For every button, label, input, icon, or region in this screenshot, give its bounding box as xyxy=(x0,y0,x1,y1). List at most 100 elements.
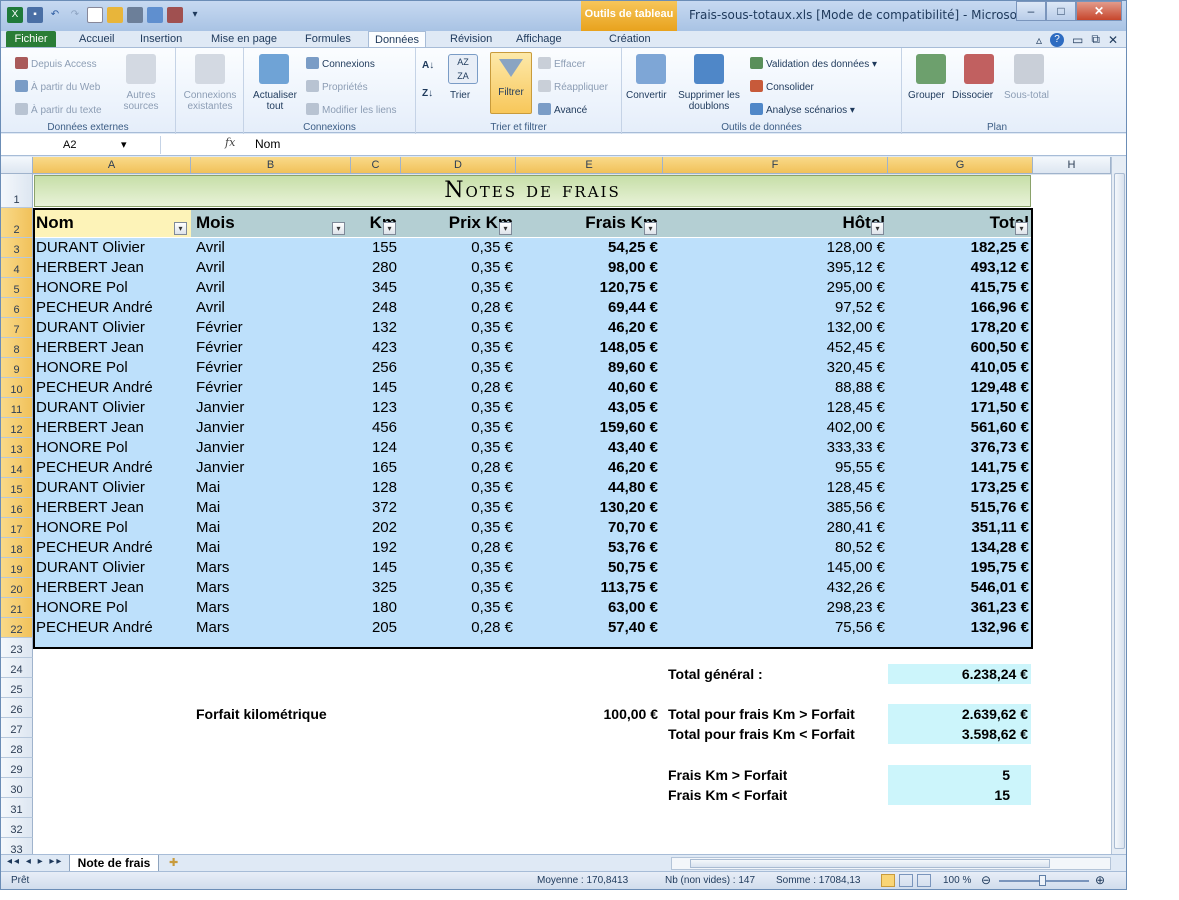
table-cell[interactable]: 256 xyxy=(353,358,397,378)
table-cell[interactable]: 0,28 € xyxy=(403,458,513,478)
excel-logo-icon[interactable]: X xyxy=(7,7,23,23)
row-header[interactable]: 1 xyxy=(1,174,33,208)
table-header-cell[interactable]: Hôtel xyxy=(665,209,886,237)
row-header[interactable]: 28 xyxy=(1,738,33,758)
row-header[interactable]: 24 xyxy=(1,658,33,678)
table-cell[interactable]: 248 xyxy=(353,298,397,318)
existing-connections-icon[interactable] xyxy=(195,54,225,84)
select-all-corner[interactable] xyxy=(1,157,33,174)
table-cell[interactable]: 95,55 € xyxy=(665,458,885,478)
edit-links-button[interactable]: Modifier les liens xyxy=(306,103,396,116)
row-header[interactable]: 22 xyxy=(1,618,33,638)
table-cell[interactable]: Février xyxy=(196,338,346,358)
table-cell[interactable]: 178,20 € xyxy=(890,318,1029,338)
tab-fichier[interactable]: Fichier xyxy=(6,31,56,47)
table-cell[interactable]: 43,05 € xyxy=(518,398,658,418)
table-cell[interactable]: 0,28 € xyxy=(403,538,513,558)
column-header-f[interactable]: F xyxy=(663,157,888,174)
table-cell[interactable]: 134,28 € xyxy=(890,538,1029,558)
total-general-label[interactable]: Total général : xyxy=(668,664,763,684)
name-box-dropdown-icon[interactable]: ▾ xyxy=(121,136,127,154)
table-cell[interactable]: 515,76 € xyxy=(890,498,1029,518)
table-cell[interactable]: Janvier xyxy=(196,418,346,438)
table-cell[interactable]: 97,52 € xyxy=(665,298,885,318)
tab-insertion[interactable]: Insertion xyxy=(134,31,188,47)
filter-dropdown-icon[interactable]: ▾ xyxy=(499,222,512,235)
row-header[interactable]: 17 xyxy=(1,518,33,538)
table-header-cell[interactable]: Nom xyxy=(36,209,188,237)
table-cell[interactable]: 40,60 € xyxy=(518,378,658,398)
table-cell[interactable]: 295,00 € xyxy=(665,278,885,298)
row-header[interactable]: 33 xyxy=(1,838,33,854)
tab-revision[interactable]: Révision xyxy=(444,31,498,47)
minimize-button[interactable]: – xyxy=(1016,1,1046,21)
table-cell[interactable]: Avril xyxy=(196,298,346,318)
column-header-g[interactable]: G xyxy=(888,157,1033,174)
table-cell[interactable]: 182,25 € xyxy=(890,238,1029,258)
help-icon[interactable]: ? xyxy=(1050,32,1065,47)
table-cell[interactable]: 415,75 € xyxy=(890,278,1029,298)
forfait-value[interactable]: 100,00 € xyxy=(516,704,659,724)
zoom-out-icon[interactable]: ⊖ xyxy=(981,873,991,887)
table-cell[interactable]: 145 xyxy=(353,558,397,578)
clear-filter-button[interactable]: Effacer xyxy=(538,57,586,70)
table-cell[interactable]: Février xyxy=(196,378,346,398)
horizontal-scrollbar[interactable] xyxy=(671,857,1111,870)
table-cell[interactable]: 132,96 € xyxy=(890,618,1029,638)
filter-dropdown-icon[interactable]: ▾ xyxy=(383,222,396,235)
table-header-cell[interactable]: Frais Km xyxy=(518,209,658,237)
row-header[interactable]: 8 xyxy=(1,338,33,358)
table-cell[interactable]: 145,00 € xyxy=(665,558,885,578)
table-cell[interactable]: HERBERT Jean xyxy=(36,578,188,598)
row-header[interactable]: 3 xyxy=(1,238,33,258)
group-icon[interactable] xyxy=(916,54,946,84)
table-cell[interactable]: 145 xyxy=(353,378,397,398)
table-cell[interactable]: Janvier xyxy=(196,438,346,458)
table-cell[interactable]: 376,73 € xyxy=(890,438,1029,458)
column-header-h[interactable]: H xyxy=(1033,157,1111,174)
from-web-button[interactable]: À partir du Web xyxy=(15,80,100,93)
table-cell[interactable]: HERBERT Jean xyxy=(36,258,188,278)
table-cell[interactable]: Mai xyxy=(196,518,346,538)
table-cell[interactable]: 148,05 € xyxy=(518,338,658,358)
table-cell[interactable]: 280 xyxy=(353,258,397,278)
forfait-label[interactable]: Forfait kilométrique xyxy=(196,704,327,724)
table-cell[interactable]: 44,80 € xyxy=(518,478,658,498)
normal-view-icon[interactable] xyxy=(881,874,895,887)
table-cell[interactable]: 320,45 € xyxy=(665,358,885,378)
table-cell[interactable]: 456 xyxy=(353,418,397,438)
customize-qat-icon[interactable]: ▾ xyxy=(187,7,203,23)
table-cell[interactable]: HONORE Pol xyxy=(36,358,188,378)
close-button[interactable]: ✕ xyxy=(1076,1,1122,21)
table-cell[interactable]: 132,00 € xyxy=(665,318,885,338)
row-header[interactable]: 2 xyxy=(1,208,33,238)
table-cell[interactable]: 600,50 € xyxy=(890,338,1029,358)
table-cell[interactable]: 432,26 € xyxy=(665,578,885,598)
sort-asc-icon[interactable]: A↓ xyxy=(422,60,434,71)
table-cell[interactable]: 113,75 € xyxy=(518,578,658,598)
table-cell[interactable]: 0,35 € xyxy=(403,258,513,278)
column-header-c[interactable]: C xyxy=(351,157,401,174)
table-cell[interactable]: DURANT Olivier xyxy=(36,238,188,258)
table-cell[interactable]: Mars xyxy=(196,618,346,638)
table-cell[interactable]: 195,75 € xyxy=(890,558,1029,578)
zoom-in-icon[interactable]: ⊕ xyxy=(1095,873,1105,887)
table-cell[interactable]: 69,44 € xyxy=(518,298,658,318)
table-cell[interactable]: 0,35 € xyxy=(403,438,513,458)
table-cell[interactable]: 333,33 € xyxy=(665,438,885,458)
row-header[interactable]: 10 xyxy=(1,378,33,398)
print-icon[interactable] xyxy=(127,7,143,23)
row-header[interactable]: 31 xyxy=(1,798,33,818)
table-cell[interactable]: 298,23 € xyxy=(665,598,885,618)
table-cell[interactable]: Avril xyxy=(196,238,346,258)
table-cell[interactable]: 171,50 € xyxy=(890,398,1029,418)
table-cell[interactable]: 345 xyxy=(353,278,397,298)
table-cell[interactable]: 402,00 € xyxy=(665,418,885,438)
remove-duplicates-icon[interactable] xyxy=(694,54,724,84)
table-cell[interactable]: 361,23 € xyxy=(890,598,1029,618)
table-cell[interactable]: 57,40 € xyxy=(518,618,658,638)
sheet-title[interactable]: Notes de frais xyxy=(34,175,1031,207)
row-header[interactable]: 27 xyxy=(1,718,33,738)
row-header[interactable]: 25 xyxy=(1,678,33,698)
filter-dropdown-icon[interactable]: ▾ xyxy=(1015,222,1028,235)
